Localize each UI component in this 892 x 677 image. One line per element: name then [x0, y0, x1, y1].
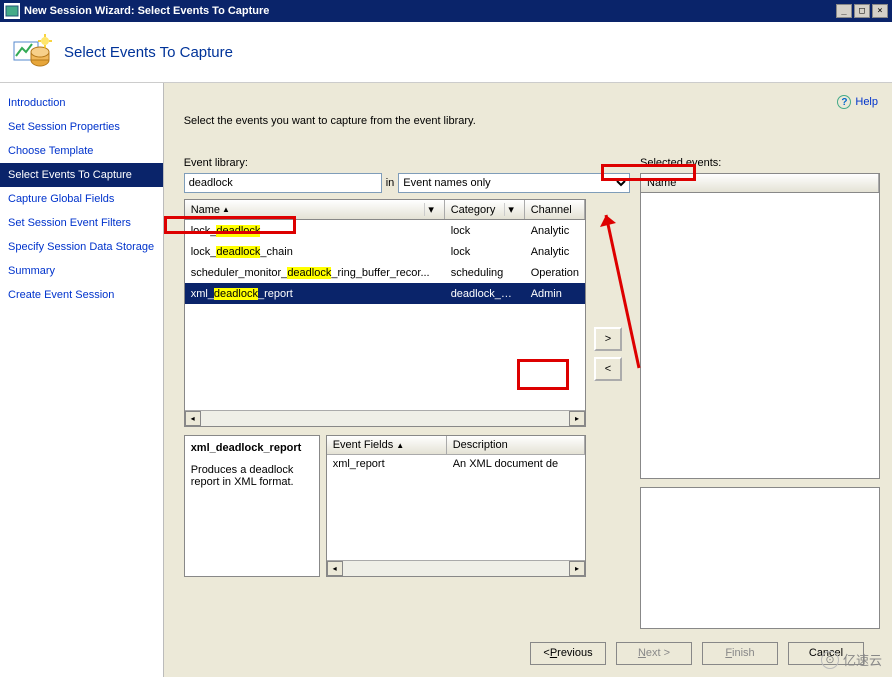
minimize-button[interactable]: _	[836, 4, 852, 18]
finish-button[interactable]: Finish	[702, 642, 778, 665]
event-library-label: Event library:	[184, 157, 630, 169]
sidebar-item[interactable]: Capture Global Fields	[0, 187, 163, 211]
add-event-button[interactable]: >	[594, 327, 622, 351]
maximize-button[interactable]: □	[854, 4, 870, 18]
selected-events-label: Selected events:	[640, 157, 880, 169]
wizard-nav-sidebar: IntroductionSet Session PropertiesChoose…	[0, 83, 164, 677]
column-header-category[interactable]: Category ▾	[445, 200, 525, 219]
scroll-right-icon[interactable]: ▸	[569, 411, 585, 426]
close-button[interactable]: ×	[872, 4, 888, 18]
selected-event-detail-box	[640, 487, 880, 629]
event-detail-desc: Produces a deadlock report in XML format…	[191, 464, 313, 488]
window-title: New Session Wizard: Select Events To Cap…	[24, 5, 836, 17]
search-input[interactable]	[184, 173, 382, 193]
scroll-left-icon[interactable]: ◂	[185, 411, 201, 426]
sort-asc-icon: ▲	[222, 205, 230, 214]
event-library-grid[interactable]: Name ▲ ▾ Category ▾ Channel	[184, 199, 586, 427]
in-label: in	[386, 177, 395, 189]
selected-events-grid[interactable]: Name	[640, 173, 880, 479]
column-filter-icon[interactable]: ▾	[424, 203, 438, 216]
column-filter-icon[interactable]: ▾	[504, 203, 518, 216]
remove-event-button[interactable]: <	[594, 357, 622, 381]
window-titlebar: New Session Wizard: Select Events To Cap…	[0, 0, 892, 22]
scroll-left-icon[interactable]: ◂	[327, 561, 343, 576]
app-icon	[4, 3, 20, 19]
help-label: Help	[855, 96, 878, 108]
instruction-text: Select the events you want to capture fr…	[184, 115, 880, 127]
table-row[interactable]: lock_deadlocklockAnalytic	[185, 220, 585, 241]
event-detail-title: xml_deadlock_report	[191, 442, 313, 454]
help-link[interactable]: ? Help	[837, 95, 878, 109]
table-row[interactable]: scheduler_monitor_deadlock_ring_buffer_r…	[185, 262, 585, 283]
wizard-header: Select Events To Capture	[0, 22, 892, 83]
sidebar-item[interactable]: Introduction	[0, 91, 163, 115]
sidebar-item[interactable]: Select Events To Capture	[0, 163, 163, 187]
table-row[interactable]: xml_deadlock_reportdeadlock_mo...Admin	[185, 283, 585, 304]
sidebar-item[interactable]: Set Session Properties	[0, 115, 163, 139]
column-header-event-fields[interactable]: Event Fields ▲	[327, 436, 447, 454]
sidebar-item[interactable]: Choose Template	[0, 139, 163, 163]
table-row[interactable]: xml_reportAn XML document de	[327, 455, 585, 473]
watermark-icon: ⊙	[821, 651, 839, 669]
previous-button[interactable]: < Previous	[530, 642, 606, 665]
sidebar-item[interactable]: Summary	[0, 259, 163, 283]
sidebar-item[interactable]: Set Session Event Filters	[0, 211, 163, 235]
scroll-right-icon[interactable]: ▸	[569, 561, 585, 576]
transfer-buttons: > <	[586, 139, 630, 569]
column-header-name[interactable]: Name	[641, 174, 879, 192]
sidebar-item[interactable]: Create Event Session	[0, 283, 163, 307]
page-title: Select Events To Capture	[64, 44, 233, 61]
column-header-channel[interactable]: Channel	[525, 200, 585, 219]
table-row[interactable]: lock_deadlock_chainlockAnalytic	[185, 241, 585, 262]
help-icon: ?	[837, 95, 851, 109]
watermark: ⊙ 亿速云	[821, 650, 882, 669]
next-button[interactable]: Next >	[616, 642, 692, 665]
event-description-box: xml_deadlock_report Produces a deadlock …	[184, 435, 320, 577]
column-header-description[interactable]: Description	[447, 436, 585, 454]
event-fields-grid[interactable]: Event Fields ▲ Description xml_reportAn …	[326, 435, 586, 577]
wizard-icon	[12, 32, 52, 72]
sidebar-item[interactable]: Specify Session Data Storage	[0, 235, 163, 259]
grid-hscroll[interactable]: ◂ ▸	[185, 410, 585, 426]
column-header-name[interactable]: Name ▲ ▾	[185, 200, 445, 219]
